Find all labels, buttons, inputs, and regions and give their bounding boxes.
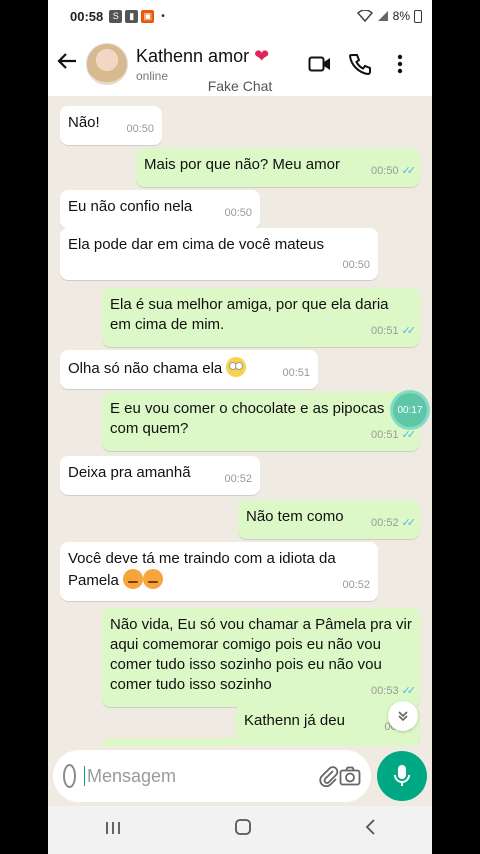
camera-icon	[339, 766, 361, 786]
message-text: Olha só não chama ela	[68, 360, 223, 377]
contact-name-text: Kathenn amor	[136, 45, 250, 66]
notification-dot: •	[161, 10, 165, 22]
message-time: 00:50	[371, 165, 399, 177]
message-text: Não tem como	[246, 508, 344, 525]
double-chevron-down-icon	[398, 711, 408, 722]
back-chevron-icon	[365, 819, 375, 835]
message-meta: 00:52 ✓✓	[371, 513, 417, 533]
camera-button[interactable]	[339, 766, 361, 786]
attach-button[interactable]	[319, 765, 339, 787]
message-text: Ela é sua melhor amiga, por que ela dari…	[110, 296, 389, 333]
voice-record-button[interactable]	[377, 751, 427, 801]
phone-screen: 00:58 S ▮ ▣ • 8% Kathenn amor ❤ online F…	[48, 0, 432, 854]
contact-name: Kathenn amor ❤	[136, 46, 300, 67]
message-composer	[53, 750, 371, 802]
microphone-icon	[394, 765, 410, 786]
voice-call-button[interactable]	[340, 53, 380, 75]
gift-icon: ▣	[141, 9, 155, 23]
message-incoming[interactable]: Ela pode dar em cima de você mateus 00:5…	[60, 228, 378, 280]
angry-face-icon	[123, 569, 144, 589]
contact-info[interactable]: Kathenn amor ❤ online	[136, 46, 300, 83]
battery-level: 8%	[392, 9, 410, 23]
chat-header: Kathenn amor ❤ online	[48, 32, 432, 96]
video-call-button[interactable]	[300, 55, 340, 73]
message-time: 00:51	[371, 429, 399, 441]
status-right: 8%	[356, 9, 422, 23]
lock-icon: ▮	[125, 9, 139, 23]
scroll-to-bottom-button[interactable]	[388, 701, 418, 731]
angry-face-icon	[143, 569, 164, 589]
message-time: 00:50	[342, 259, 370, 271]
message-outgoing[interactable]: Não vida, Eu só vou chamar a Pâmela pra …	[102, 608, 420, 707]
message-outgoing[interactable]: Não tem como 00:52 ✓✓	[238, 500, 420, 539]
kebab-menu-icon	[397, 54, 403, 74]
status-bar: 00:58 S ▮ ▣ • 8%	[48, 0, 432, 32]
message-time: 00:53	[371, 685, 399, 697]
message-text: Deixa pra amanhã	[68, 464, 191, 481]
message-time: 00:51	[371, 325, 399, 337]
wifi-icon	[356, 10, 373, 22]
text-caret	[84, 766, 85, 786]
contact-status: online	[136, 68, 169, 83]
message-incoming[interactable]: Não! 00:50	[60, 106, 162, 145]
message-input[interactable]	[87, 765, 319, 787]
paperclip-icon	[319, 766, 339, 787]
message-incoming[interactable]: Você deve tá me traindo com a idiota da …	[60, 542, 378, 601]
avatar[interactable]	[86, 43, 128, 85]
home-button[interactable]	[234, 818, 252, 842]
message-time: 00:52	[371, 517, 399, 529]
emoji-icon[interactable]	[63, 764, 77, 788]
phone-icon	[349, 54, 371, 75]
message-meta: 00:51 ✓✓	[371, 321, 417, 341]
video-camera-icon	[308, 56, 330, 72]
message-time: 00:50	[126, 123, 154, 135]
message-text: Kathenn já deu	[244, 712, 345, 729]
double-check-icon: ✓✓	[401, 325, 417, 337]
message-meta: 00:53 ✓✓	[371, 681, 417, 701]
face-with-rolling-eyes-icon	[226, 357, 247, 377]
message-text: Eu não confio nela	[68, 198, 193, 215]
message-text: Ela pode dar em cima de você mateus	[68, 236, 324, 253]
message-time: 00:52	[342, 579, 370, 591]
battery-icon	[414, 9, 422, 23]
message-incoming[interactable]: Olha só não chama ela 00:51	[60, 350, 318, 389]
message-text: Você deve tá me traindo com a idiota da …	[68, 550, 336, 589]
message-outgoing-partial[interactable]	[102, 738, 420, 746]
more-options-button[interactable]	[380, 54, 420, 74]
recent-apps-button[interactable]	[104, 819, 122, 842]
message-outgoing[interactable]: E eu vou comer o chocolate e as pipocas …	[102, 392, 420, 451]
message-meta: 00:50 ✓✓	[371, 161, 417, 181]
message-text: E eu vou comer o chocolate e as pipocas …	[110, 400, 385, 437]
back-arrow-icon[interactable]	[56, 50, 86, 79]
s-icon: S	[109, 9, 123, 23]
double-check-icon: ✓✓	[401, 517, 417, 529]
back-button[interactable]	[364, 818, 376, 842]
message-outgoing[interactable]: Mais por que não? Meu amor 00:50 ✓✓	[136, 148, 420, 187]
message-text: Não vida, Eu só vou chamar a Pâmela pra …	[110, 616, 412, 693]
double-check-icon: ✓✓	[401, 685, 417, 697]
heart-icon: ❤	[254, 45, 270, 66]
home-icon	[235, 819, 251, 835]
message-list[interactable]: Não! 00:50 Mais por que não? Meu amor 00…	[48, 96, 432, 746]
message-text: Não!	[68, 114, 100, 131]
recents-icon	[106, 821, 120, 834]
message-incoming[interactable]: Deixa pra amanhã 00:52	[60, 456, 260, 495]
double-check-icon: ✓✓	[401, 165, 417, 177]
message-incoming[interactable]: Eu não confio nela 00:50	[60, 190, 260, 229]
status-time: 00:58	[70, 8, 104, 24]
message-time: 00:51	[282, 367, 310, 379]
double-check-icon: ✓✓	[401, 429, 417, 441]
android-nav-bar	[48, 806, 432, 854]
message-time: 00:52	[224, 473, 252, 485]
message-time: 00:50	[224, 207, 252, 219]
signal-icon	[377, 11, 388, 21]
message-text: Mais por que não? Meu amor	[144, 156, 340, 173]
screen-recorder-timer[interactable]: 00:17	[390, 390, 430, 430]
message-outgoing[interactable]: Ela é sua melhor amiga, por que ela dari…	[102, 288, 420, 347]
